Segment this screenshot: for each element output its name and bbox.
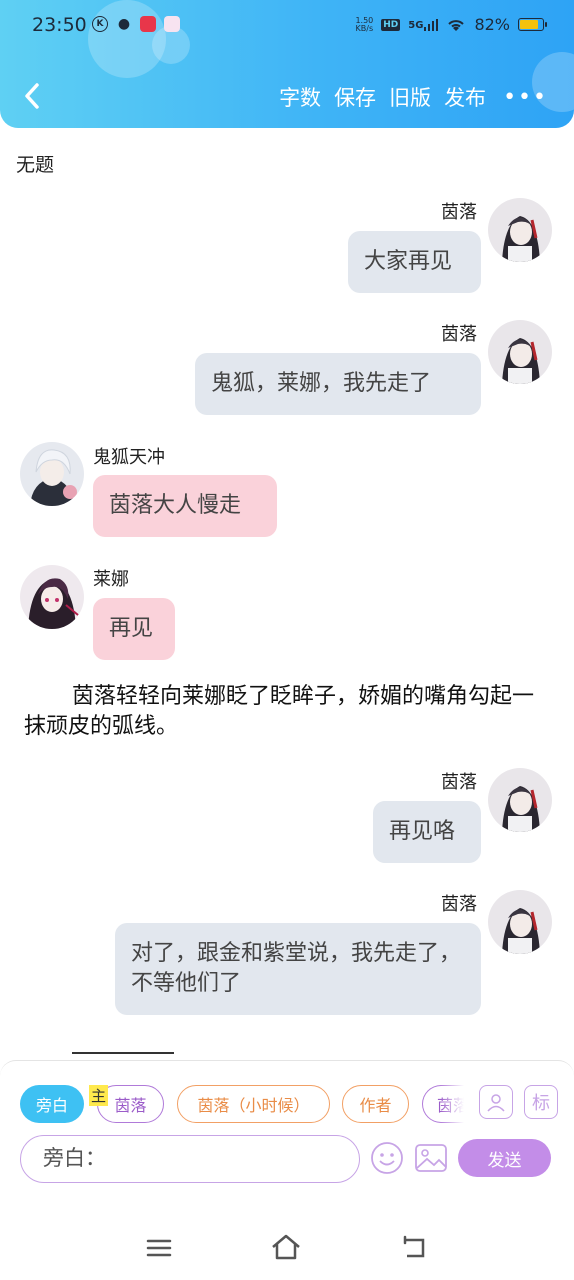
menu-icon[interactable] (143, 1232, 175, 1264)
battery-text: 82% (474, 15, 510, 34)
narration-text[interactable]: 茵落轻轻向莱娜眨了眨眸子，娇媚的嘴角勾起一抹顽皮的弧线。 (24, 682, 544, 742)
avatar-yinluo-image (488, 768, 552, 832)
avatar[interactable] (20, 442, 84, 506)
pink-app-icon (164, 16, 180, 32)
app-header: 23:50 K ● 1.50 KB/s HD 5G 82% 字数 保存 旧版 发… (0, 0, 574, 128)
avatar[interactable] (488, 768, 552, 832)
emoji-icon[interactable] (370, 1141, 404, 1175)
image-icon[interactable] (414, 1141, 448, 1175)
k-icon: K (92, 16, 108, 32)
chip-scroll-fade (440, 1081, 464, 1127)
avatar-guihu-image (20, 442, 84, 506)
publish-button[interactable]: 发布 (444, 82, 486, 112)
speaker-name: 鬼狐天冲 (93, 447, 165, 468)
message-bubble[interactable]: 再见咯 (373, 801, 481, 863)
document-title[interactable]: 无题 (16, 150, 54, 177)
wechat-icon: ● (117, 16, 131, 32)
signal-icon: 5G (408, 18, 439, 31)
more-button[interactable]: ••• (503, 85, 548, 110)
avatar[interactable] (20, 565, 84, 629)
avatar-yinluo-image (488, 320, 552, 384)
person-icon (487, 1094, 505, 1112)
role-chip-narrator[interactable]: 旁白 (20, 1085, 84, 1123)
scroll-indicator (72, 1052, 174, 1054)
speaker-name: 茵落 (441, 324, 477, 345)
composer-panel: 旁白 茵落 主 茵落（小时候） 作者 茵落 标 旁白： 发送 (0, 1060, 574, 1216)
role-chip-author[interactable]: 作者 (342, 1085, 409, 1123)
avatar-yinluo-image (488, 198, 552, 262)
back-nav-icon[interactable] (398, 1232, 430, 1264)
battery-fill (520, 20, 539, 29)
toolbar: 字数 保存 旧版 发布 ••• (279, 82, 574, 112)
news-app-icon (140, 16, 156, 32)
message-bubble[interactable]: 茵落大人慢走 (93, 475, 277, 537)
network-type: 5G (408, 19, 424, 31)
main-role-tag: 主 (89, 1085, 109, 1106)
notification-icons: K ● (92, 16, 180, 32)
save-button[interactable]: 保存 (334, 82, 376, 112)
send-button[interactable]: 发送 (458, 1139, 551, 1177)
message-bubble[interactable]: 鬼狐，莱娜，我先走了 (195, 353, 481, 415)
home-icon[interactable] (270, 1232, 302, 1264)
role-manage-icon[interactable] (479, 1085, 513, 1119)
avatar[interactable] (488, 198, 552, 262)
speaker-name: 茵落 (441, 202, 477, 223)
net-speed-unit: KB/s (355, 23, 374, 33)
avatar[interactable] (488, 890, 552, 954)
role-chip-yinluo-child[interactable]: 茵落（小时候） (177, 1085, 330, 1123)
net-speed: 1.50 KB/s (355, 16, 374, 33)
system-nav-bar (0, 1216, 574, 1280)
old-version-button[interactable]: 旧版 (389, 82, 431, 112)
speaker-name: 茵落 (441, 772, 477, 793)
signal-bars-icon (424, 18, 439, 31)
wifi-icon (448, 19, 465, 31)
status-time: 23:50 (32, 14, 87, 36)
word-count-button[interactable]: 字数 (279, 82, 321, 112)
message-input[interactable]: 旁白： (20, 1135, 360, 1183)
message-bubble[interactable]: 再见 (93, 598, 175, 660)
avatar[interactable] (488, 320, 552, 384)
back-button[interactable] (18, 80, 46, 112)
battery-icon (518, 18, 547, 31)
avatar-laina-image (20, 565, 84, 629)
avatar-yinluo-image (488, 890, 552, 954)
message-bubble[interactable]: 对了，跟金和紫堂说，我先走了，不等他们了 (115, 923, 481, 1015)
hd-badge: HD (381, 18, 401, 31)
message-bubble[interactable]: 大家再见 (348, 231, 481, 293)
tag-icon[interactable]: 标 (524, 1085, 558, 1119)
speaker-name: 莱娜 (93, 569, 129, 590)
speaker-name: 茵落 (441, 894, 477, 915)
status-right: 1.50 KB/s HD 5G 82% (355, 15, 547, 34)
